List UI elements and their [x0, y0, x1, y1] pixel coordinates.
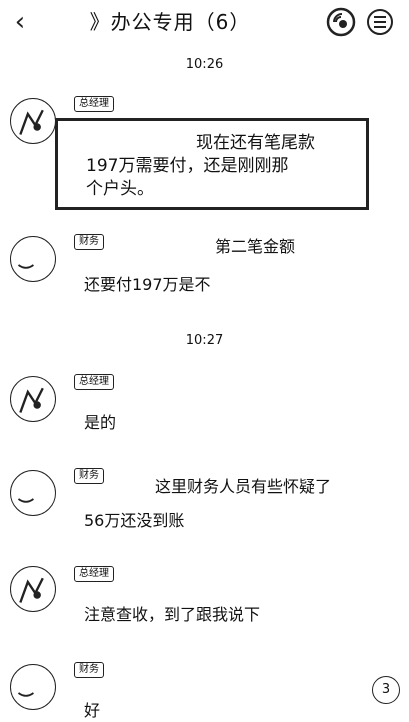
- sender-tag: 总经理: [74, 374, 114, 390]
- chat-title: 》办公专用（6）: [89, 10, 251, 34]
- message-line: 197万需要付，还是刚刚那: [86, 156, 289, 176]
- message-line: 个户头。: [86, 179, 154, 199]
- message-text: 还要付197万是不: [84, 275, 211, 294]
- message-text: 第二笔金额: [215, 237, 296, 256]
- sender-tag: 财务: [74, 468, 104, 484]
- avatar-finance[interactable]: [10, 236, 56, 282]
- menu-icon[interactable]: [366, 8, 394, 36]
- timestamp: 10:26: [185, 57, 224, 72]
- avatar-boss[interactable]: [10, 98, 56, 144]
- sender-tag: 财务: [74, 662, 104, 678]
- back-chevron-icon[interactable]: ‹: [6, 8, 34, 36]
- highlighted-message[interactable]: 现在还有笔尾款 197万需要付，还是刚刚那 个户头。: [55, 118, 369, 210]
- avatar-finance[interactable]: [10, 664, 56, 710]
- avatar-boss[interactable]: [10, 566, 56, 612]
- message-text: 注意查收，到了跟我说下: [84, 605, 261, 624]
- floating-badge-button[interactable]: 3: [372, 676, 400, 704]
- avatar-boss[interactable]: [10, 376, 56, 422]
- message-text: 是的: [84, 413, 117, 432]
- voice-icon[interactable]: [325, 6, 357, 38]
- message-line: 现在还有笔尾款: [196, 133, 315, 153]
- chat-header: ‹ 》办公专用（6）: [0, 0, 409, 44]
- sender-tag: 财务: [74, 234, 104, 250]
- message-text: 56万还没到账: [84, 511, 185, 530]
- sender-tag: 总经理: [74, 566, 114, 582]
- message-text: 好: [84, 701, 101, 720]
- avatar-finance[interactable]: [10, 470, 56, 516]
- message-text: 这里财务人员有些怀疑了: [155, 477, 332, 496]
- timestamp: 10:27: [185, 333, 224, 348]
- sender-tag: 总经理: [74, 96, 114, 112]
